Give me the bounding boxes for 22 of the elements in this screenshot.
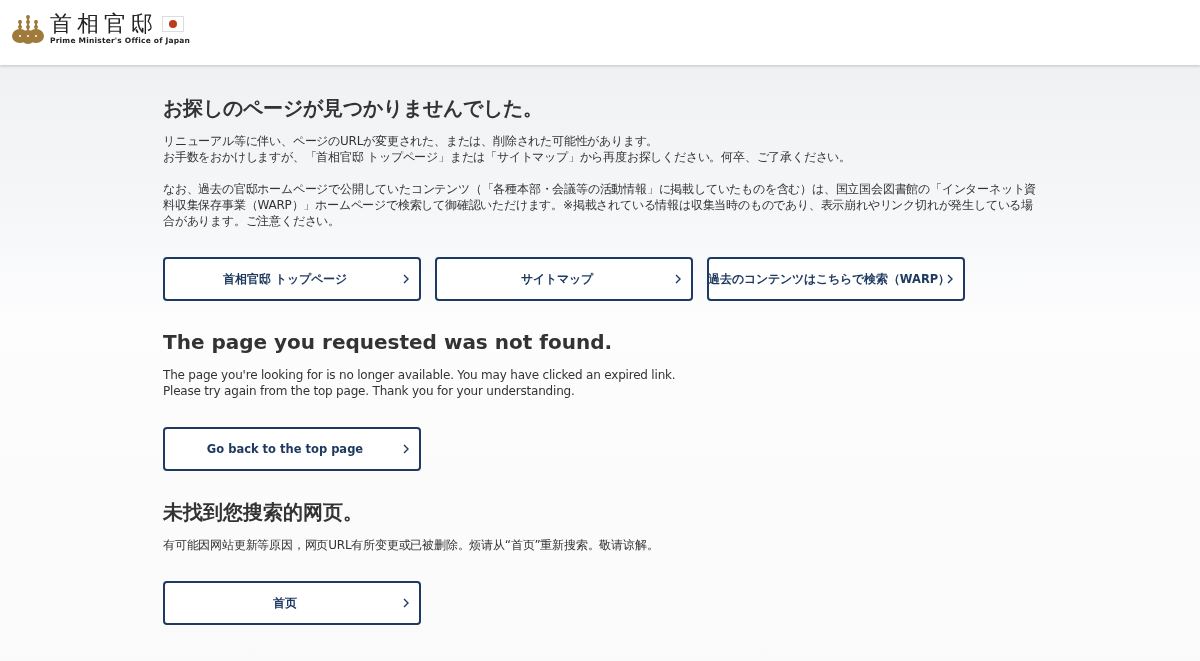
chevron-right-icon	[675, 274, 681, 284]
chevron-right-icon	[403, 274, 409, 284]
chevron-right-icon	[403, 444, 409, 454]
body-text: 有可能因网站更新等原因，网页URL有所变更或已被删除。烦请从“首页”重新搜索。敬请谅解。	[163, 537, 660, 553]
body-text: なお、過去の官邸ホームページで公開していたコンテンツ（「各種本部・会議等の活動情報」に掲載していたものを含む）は、国立国会図書館の「インターネット資料収集保存事業（WARP）」ホームページで検索して御確認いただけます。※掲載されている情報は収集当時のものであり、表示崩れやリンク切れが発生している場合があります。ご注意ください。	[163, 181, 1038, 229]
section-heading: お探しのページが見つかりませんでした。	[163, 95, 544, 121]
body-text: Please try again from the top page. Thank you for your understanding.	[163, 383, 576, 399]
link-button[interactable]: 首相官邸 トップページ	[163, 257, 421, 301]
body-text: The page you're looking for is no longer available. You may have clicked an expired link.	[163, 367, 677, 383]
site-title: 首相官邸	[50, 12, 158, 36]
section-heading: The page you requested was not found.	[163, 329, 614, 355]
emblem-icon	[12, 13, 44, 44]
link-button[interactable]: サイトマップ	[435, 257, 693, 301]
body-text: リニューアル等に伴い、ページのURLが変更された、または、削除された可能性があります。	[163, 133, 660, 149]
link-button[interactable]: 首页	[163, 581, 421, 625]
section-heading: 未找到您搜索的网页。	[163, 499, 364, 525]
chevron-right-icon	[947, 274, 953, 284]
link-button[interactable]: Go back to the top page	[163, 427, 421, 471]
link-button[interactable]: 過去のコンテンツはこちらで検索（WARP）	[707, 257, 965, 301]
japan-flag-icon	[162, 16, 184, 32]
body-text: お手数をおかけしますが、「首相官邸 トップページ」または「サイトマップ」から再度お探しください。何卒、ご了承ください。	[163, 149, 852, 165]
chevron-right-icon	[403, 598, 409, 608]
